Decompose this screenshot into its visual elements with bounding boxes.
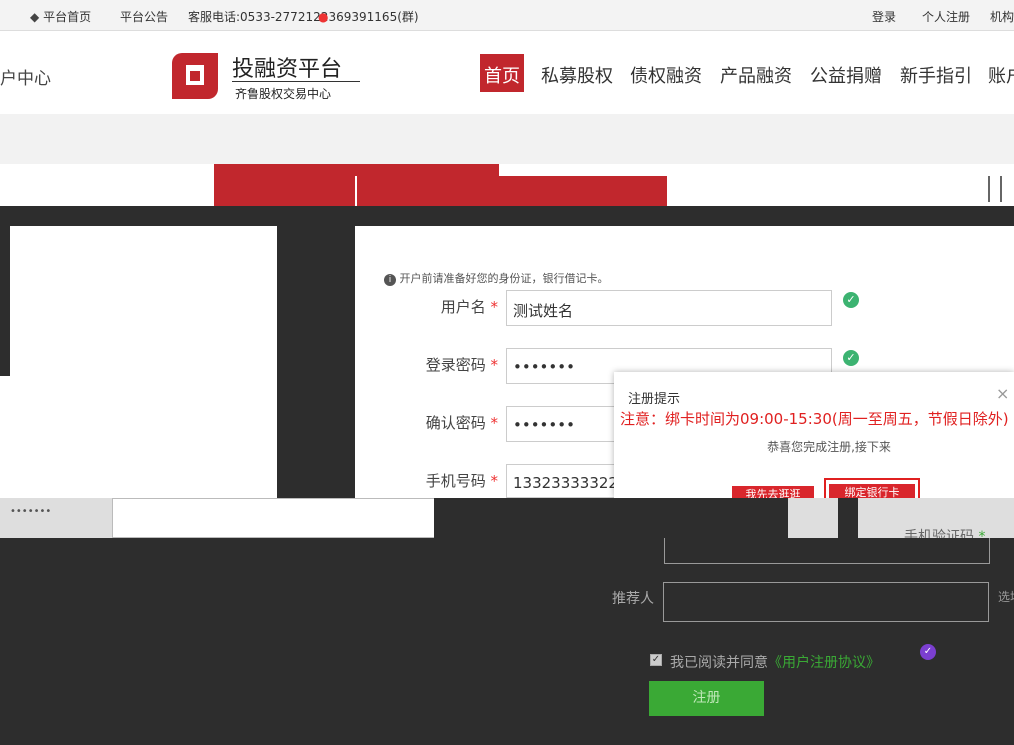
qq-link[interactable]: ●369391165(群) <box>318 8 419 25</box>
username-input[interactable]: 测试姓名 <box>506 290 832 326</box>
agree-checkbox[interactable]: ✓ <box>650 654 662 666</box>
nav-item-home[interactable]: 首页 <box>484 62 520 88</box>
user-center-link[interactable]: 户中心 <box>0 64 51 89</box>
phone-input[interactable]: 13323333322 <box>506 464 616 498</box>
banner-strip <box>0 114 1014 164</box>
agreement-link[interactable]: 《用户注册协议》 <box>768 655 880 671</box>
referrer-input[interactable] <box>663 582 989 622</box>
login-link[interactable]: 登录 <box>872 8 896 25</box>
top-bar: ◆ 平台首页 平台公告 客服电话:0533-2772122 ●369391165… <box>0 0 1014 30</box>
bind-card-highlight: 绑定银行卡 <box>824 478 920 498</box>
register-link[interactable]: 个人注册 <box>922 8 970 25</box>
referrer-label: 推荐人 <box>612 591 654 607</box>
step-active-label <box>355 176 667 206</box>
password-label: 登录密码 * <box>425 356 498 374</box>
close-icon[interactable]: × <box>996 384 1009 403</box>
step-divider <box>988 176 990 202</box>
left-panel <box>10 226 277 498</box>
nav-item-debt[interactable]: 债权融资 <box>630 62 702 88</box>
phone-label: 手机号码 * <box>425 472 498 490</box>
bind-card-button[interactable]: 绑定银行卡 <box>829 484 915 498</box>
modal-message: 恭喜您完成注册,接下来 <box>767 440 891 454</box>
form-hint: i 开户前请准备好您的身份证，银行借记卡。 <box>384 270 609 286</box>
logo-divider <box>232 81 360 82</box>
left-dark-edge <box>0 226 10 376</box>
modal-title: 注册提示 <box>628 392 681 407</box>
register-modal: 注册提示 × 注意：绑卡时间为09:00-15:30(周一至周五，节假日除外) … <box>614 372 1014 498</box>
nav-item-donation[interactable]: 公益捐赠 <box>810 62 882 88</box>
sms-label: 手机验证码 * <box>904 529 986 538</box>
dark-column <box>277 226 355 498</box>
username-label: 用户名 * <box>440 298 498 316</box>
sms-input[interactable] <box>664 538 990 564</box>
logo-subtitle: 齐鲁股权交易中心 <box>235 87 332 101</box>
check-icon: ✓ <box>843 350 859 366</box>
notice-link[interactable]: 平台公告 <box>120 8 168 25</box>
phone-text: 客服电话:0533-2772122 <box>188 10 329 24</box>
nav-item-private-equity[interactable]: 私募股权 <box>541 62 613 88</box>
info-icon: i <box>384 274 396 286</box>
later-button[interactable]: 我先去逛逛 <box>732 486 814 498</box>
home-link[interactable]: ◆ 平台首页 <box>30 8 91 25</box>
glitch-dots: ••••••• <box>10 506 52 517</box>
logo-title: 投融资平台 <box>232 57 343 82</box>
logo-icon <box>172 53 218 99</box>
modal-warning: 注意：绑卡时间为09:00-15:30(周一至周五，节假日除外) <box>620 410 1009 428</box>
home-icon: ◆ <box>30 10 40 24</box>
confirm-password-input[interactable]: ••••••• <box>506 406 616 442</box>
glitch-dark <box>838 498 858 538</box>
agree-text: 我已阅读并同意《用户注册协议》 <box>670 655 880 671</box>
step-divider <box>1000 176 1002 202</box>
register-button[interactable]: 注册 <box>649 681 764 716</box>
nav-item-account[interactable]: 账户 <box>988 62 1014 88</box>
check-icon: ✓ <box>843 292 859 308</box>
nav-item-product[interactable]: 产品融资 <box>720 62 792 88</box>
nav-item-guide[interactable]: 新手指引 <box>900 62 972 88</box>
dark-band <box>0 206 1014 226</box>
referrer-hint: 选填 <box>998 590 1014 604</box>
qq-icon: ● <box>318 10 329 24</box>
org-link[interactable]: 机构 <box>990 8 1014 25</box>
confirm-password-label: 确认密码 * <box>425 414 498 432</box>
glitch-dark <box>434 498 788 538</box>
check-icon: ✓ <box>920 644 936 660</box>
